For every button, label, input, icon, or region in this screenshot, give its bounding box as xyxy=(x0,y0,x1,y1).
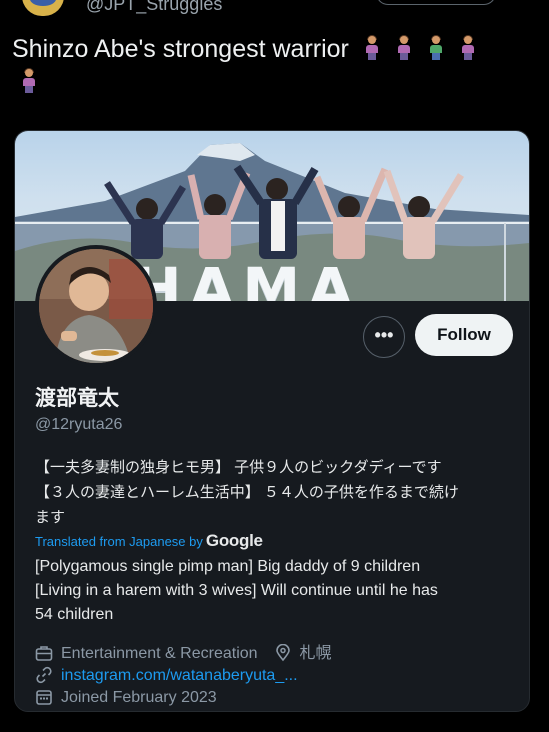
bio-jp-line-1: 【一夫多妻制の独身ヒモ男】 子供９人のビックダディーです xyxy=(35,459,442,476)
profile-website-link[interactable]: instagram.com/watanaberyuta_... xyxy=(61,667,298,684)
translation-attribution[interactable]: Translated from Japanese by Google xyxy=(35,531,263,551)
bio-en-line-3: 54 children xyxy=(35,606,114,623)
author-handle[interactable]: @JPT_Struggles xyxy=(86,0,222,15)
woman-purple-icon xyxy=(459,35,477,60)
man-green-icon xyxy=(427,35,445,60)
profile-card[interactable]: HAMA ••• Follow 渡部竜太 @12ryuta26 【一夫多妻制の独… xyxy=(14,130,530,712)
bio-en-line-1: [Polygamous single pimp man] Big daddy o… xyxy=(35,558,421,575)
previous-tweet-header: @JPT_Struggles xyxy=(0,0,549,20)
location-label: 札幌 xyxy=(299,645,332,662)
follow-button[interactable]: Follow xyxy=(415,314,513,356)
bio-translated: [Polygamous single pimp man] Big daddy o… xyxy=(35,555,513,627)
tweet-text: Shinzo Abe's strongest warrior xyxy=(12,33,532,99)
calendar-icon xyxy=(36,690,52,705)
bio-en-line-2: [Living in a harem with 3 wives] Will co… xyxy=(35,582,438,599)
location: 札幌 xyxy=(274,644,332,662)
screenshot: @JPT_Struggles Shinzo Abe's strongest wa… xyxy=(0,0,549,732)
profile-avatar[interactable] xyxy=(35,245,157,367)
translated-label[interactable]: Translated from Japanese by xyxy=(35,534,203,549)
briefcase-icon xyxy=(35,646,53,661)
link-icon xyxy=(36,666,52,684)
category-label: Entertainment & Recreation xyxy=(61,645,258,662)
joined-date: Joined February 2023 xyxy=(61,689,217,706)
woman-purple-icon xyxy=(395,35,413,60)
woman-purple-icon xyxy=(20,68,38,93)
avatar-photo xyxy=(39,249,153,363)
profile-meta-joined: Joined February 2023 xyxy=(35,687,217,709)
woman-purple-icon xyxy=(363,35,381,60)
location-pin-icon xyxy=(275,644,290,662)
more-options-button[interactable]: ••• xyxy=(363,316,405,358)
profile-meta-category: Entertainment & Recreation 札幌 xyxy=(35,643,332,665)
bio-jp-line-3: ます xyxy=(35,509,66,526)
banner-sign-letters: HAMA xyxy=(133,255,362,301)
display-name: 渡部竜太 xyxy=(35,387,119,410)
tweet-body: Shinzo Abe's strongest warrior xyxy=(12,35,349,63)
user-handle: @12ryuta26 xyxy=(35,416,123,433)
profile-meta-link[interactable]: instagram.com/watanaberyuta_... xyxy=(35,665,298,687)
header-pill-button[interactable] xyxy=(376,0,496,5)
author-avatar[interactable] xyxy=(22,0,64,16)
bio-jp-line-2: 【３人の妻達とハーレム生活中】 ５４人の子供を作るまで続け xyxy=(35,484,459,501)
google-logo: Google xyxy=(205,531,263,550)
bio-original: 【一夫多妻制の独身ヒモ男】 子供９人のビックダディーです 【３人の妻達とハーレム… xyxy=(35,455,513,530)
